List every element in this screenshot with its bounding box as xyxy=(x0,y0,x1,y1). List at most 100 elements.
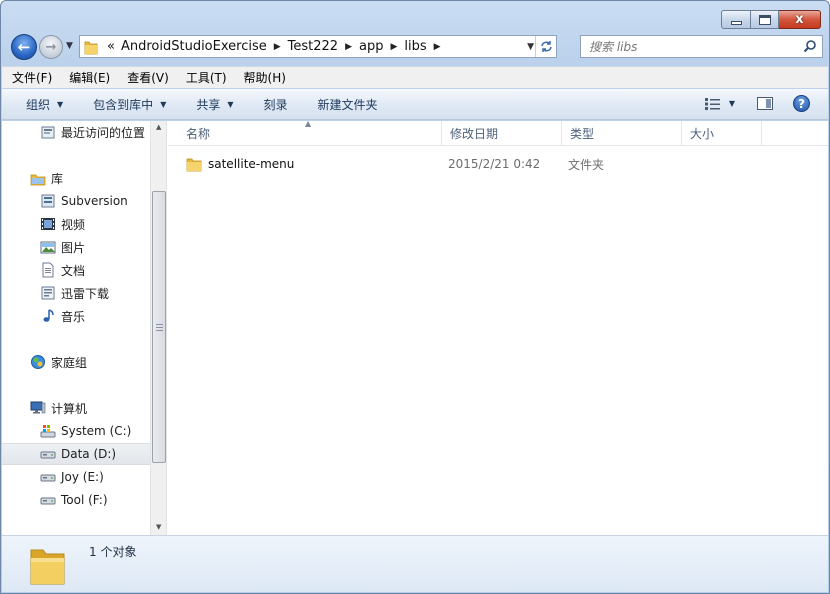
sidebar-item-label: 库 xyxy=(51,171,64,186)
refresh-button[interactable] xyxy=(535,36,556,57)
drive-icon xyxy=(40,474,56,482)
menu-tools[interactable]: 工具(T) xyxy=(186,69,227,86)
include-in-library-button[interactable]: 包含到库中 ▼ xyxy=(93,96,166,113)
computer-icon xyxy=(30,401,46,414)
address-bar[interactable]: « AndroidStudioExercise ▶ Test222 ▶ app … xyxy=(79,35,557,58)
preview-pane-icon[interactable] xyxy=(757,97,773,110)
drive-icon xyxy=(40,497,56,505)
view-controls: ▼ ? xyxy=(704,95,810,112)
homegroup-icon xyxy=(31,355,45,369)
sidebar-item-label: Joy (E:) xyxy=(61,470,104,484)
sidebar-item-label: 视频 xyxy=(61,217,86,232)
column-name[interactable]: 名称 xyxy=(178,121,442,146)
search-input[interactable] xyxy=(581,36,791,57)
sidebar-item-recent[interactable]: 最近访问的位置 xyxy=(2,121,150,143)
menu-view[interactable]: 查看(V) xyxy=(127,69,169,86)
content-area: 最近访问的位置 库 Subversion 视频 图片 文档 迅雷下载 音乐 家庭… xyxy=(2,119,828,535)
burn-button[interactable]: 刻录 xyxy=(264,96,288,113)
chevron-down-icon: ▼ xyxy=(227,99,234,109)
file-date: 2015/2/21 0:42 xyxy=(448,157,541,171)
breadcrumb-chevron-icon[interactable]: ▶ xyxy=(341,42,356,52)
navigation-bar: ← → ▼ « AndroidStudioExercise ▶ Test222 … xyxy=(9,34,823,60)
close-button[interactable]: x xyxy=(779,10,821,29)
forward-arrow-icon: → xyxy=(45,39,57,55)
item-count: 1 个对象 xyxy=(89,545,137,559)
sidebar-item-drive-d[interactable]: Data (D:) xyxy=(2,443,150,465)
scrollbar-thumb[interactable] xyxy=(152,191,166,463)
sidebar-item-videos[interactable]: 视频 xyxy=(2,213,150,235)
sidebar-item-music[interactable]: 音乐 xyxy=(2,305,150,327)
minimize-icon xyxy=(730,21,742,25)
sidebar-item-label: Tool (F:) xyxy=(61,493,108,507)
sidebar-item-subversion[interactable]: Subversion xyxy=(2,190,150,212)
scroll-up-icon[interactable]: ▲ xyxy=(156,123,161,131)
sidebar-item-thunder-downloads[interactable]: 迅雷下载 xyxy=(2,282,150,304)
close-icon: x xyxy=(795,12,804,27)
sidebar-item-drive-e[interactable]: Joy (E:) xyxy=(2,466,150,488)
sidebar-item-documents[interactable]: 文档 xyxy=(2,259,150,281)
column-date-modified[interactable]: 修改日期 xyxy=(442,121,562,146)
explorer-window: x ← → ▼ « AndroidStudioExercise ▶ Test22… xyxy=(0,0,830,594)
share-button[interactable]: 共享 ▼ xyxy=(196,96,233,113)
back-button[interactable]: ← xyxy=(11,34,37,60)
folder-icon xyxy=(186,158,202,172)
change-view-icon[interactable] xyxy=(704,97,721,110)
breadcrumb-item[interactable]: libs xyxy=(401,39,429,54)
sidebar-item-drive-f[interactable]: Tool (F:) xyxy=(2,489,150,511)
column-size[interactable]: 大小 xyxy=(682,121,762,146)
sidebar-item-label: 文档 xyxy=(61,263,86,278)
back-arrow-icon: ← xyxy=(17,38,31,56)
sidebar-item-library[interactable]: 库 xyxy=(2,167,150,189)
column-header-row: ▲ 名称 修改日期 类型 大小 xyxy=(168,119,828,146)
views-dropdown-icon[interactable]: ▼ xyxy=(729,99,735,108)
breadcrumb-chevron-icon[interactable]: ▶ xyxy=(270,42,285,52)
breadcrumb-item[interactable]: AndroidStudioExercise xyxy=(118,39,270,54)
downloads-library-icon xyxy=(41,286,55,300)
recent-pages-dropdown-icon[interactable]: ▼ xyxy=(66,41,73,51)
grip-icon xyxy=(156,324,163,331)
breadcrumb-item[interactable]: app xyxy=(356,39,386,54)
navigation-scrollbar[interactable]: ▲ ▼ xyxy=(150,121,167,535)
help-icon[interactable]: ? xyxy=(793,95,810,112)
video-icon xyxy=(41,218,55,230)
maximize-button[interactable] xyxy=(751,10,779,29)
sidebar-item-label: 音乐 xyxy=(61,309,86,324)
new-folder-button[interactable]: 新建文件夹 xyxy=(318,96,378,113)
command-bar: 组织 ▼ 包含到库中 ▼ 共享 ▼ 刻录 新建文件夹 ▼ ? xyxy=(2,89,828,120)
breadcrumb-item[interactable]: Test222 xyxy=(285,39,341,54)
chevron-down-icon: ▼ xyxy=(57,99,64,109)
maximize-icon xyxy=(758,14,771,25)
folder-large-icon xyxy=(30,549,65,585)
sidebar-item-pictures[interactable]: 图片 xyxy=(2,236,150,258)
file-name: satellite-menu xyxy=(208,157,295,171)
navigation-pane: 最近访问的位置 库 Subversion 视频 图片 文档 迅雷下载 音乐 家庭… xyxy=(2,121,150,535)
column-type[interactable]: 类型 xyxy=(562,121,682,146)
breadcrumb-overflow[interactable]: « xyxy=(104,39,118,54)
scroll-down-icon[interactable]: ▼ xyxy=(156,523,161,531)
pictures-icon xyxy=(40,241,56,254)
menu-file[interactable]: 文件(F) xyxy=(12,69,52,86)
file-type: 文件夹 xyxy=(568,157,605,172)
breadcrumb-chevron-icon[interactable]: ▶ xyxy=(386,42,401,52)
library-icon xyxy=(30,174,46,186)
menu-bar: 文件(F) 编辑(E) 查看(V) 工具(T) 帮助(H) xyxy=(2,66,828,88)
address-dropdown-icon[interactable]: ▼ xyxy=(527,42,534,52)
breadcrumb: « AndroidStudioExercise ▶ Test222 ▶ app … xyxy=(104,36,445,57)
menu-edit[interactable]: 编辑(E) xyxy=(69,69,110,86)
breadcrumb-chevron-icon[interactable]: ▶ xyxy=(430,42,445,52)
sidebar-item-homegroup[interactable]: 家庭组 xyxy=(2,351,150,373)
organize-button[interactable]: 组织 ▼ xyxy=(26,96,63,113)
sidebar-item-label: System (C:) xyxy=(61,424,132,438)
sidebar-item-drive-c[interactable]: System (C:) xyxy=(2,420,150,442)
minimize-button[interactable] xyxy=(721,10,751,29)
forward-button[interactable]: → xyxy=(39,35,63,59)
search-icon[interactable] xyxy=(803,39,817,53)
search-box xyxy=(580,35,823,58)
include-in-library-label: 包含到库中 xyxy=(93,97,154,112)
sidebar-item-computer[interactable]: 计算机 xyxy=(2,397,150,419)
table-row[interactable]: satellite-menu 2015/2/21 0:42 文件夹 xyxy=(178,153,818,175)
menu-help[interactable]: 帮助(H) xyxy=(244,69,286,86)
folder-icon xyxy=(84,41,98,54)
sidebar-item-label: Data (D:) xyxy=(61,447,117,461)
caption-buttons: x xyxy=(721,10,821,29)
